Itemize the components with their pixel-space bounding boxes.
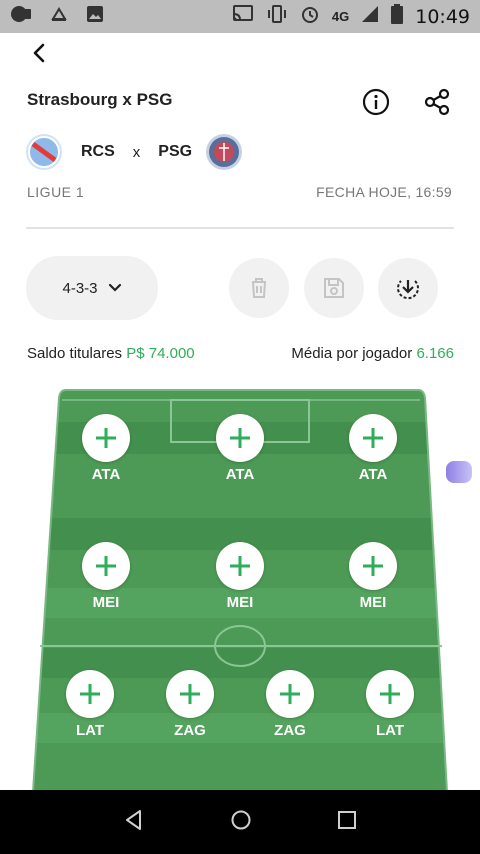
battery-icon bbox=[391, 4, 404, 29]
alarm-icon bbox=[300, 4, 320, 29]
chevron-left-icon bbox=[33, 43, 45, 63]
balance-label: Saldo titulares bbox=[27, 345, 123, 362]
share-button[interactable] bbox=[421, 86, 453, 118]
plus-icon bbox=[230, 428, 250, 448]
add-player-button[interactable] bbox=[82, 542, 130, 590]
screen: 4G 10:49 Strasbourg x PSG RCS x PSG LIGU bbox=[0, 0, 480, 854]
circle-home-icon bbox=[231, 810, 251, 829]
add-player-button[interactable] bbox=[216, 542, 264, 590]
player-slot-ata-center[interactable]: ATA bbox=[200, 414, 280, 483]
status-bar: 4G 10:49 bbox=[0, 0, 480, 33]
add-player-button[interactable] bbox=[349, 414, 397, 462]
add-player-button[interactable] bbox=[349, 542, 397, 590]
rcs-crest-icon bbox=[26, 134, 62, 170]
floating-bubble-icon[interactable] bbox=[446, 461, 472, 483]
info-button[interactable] bbox=[360, 86, 392, 118]
add-player-button[interactable] bbox=[266, 670, 314, 718]
player-slot-lat-left[interactable]: LAT bbox=[50, 670, 130, 739]
player-slot-zag-right[interactable]: ZAG bbox=[250, 670, 330, 739]
player-slot-mei-right[interactable]: MEI bbox=[333, 542, 413, 611]
share-icon bbox=[424, 88, 450, 116]
network-type: 4G bbox=[331, 9, 350, 24]
add-player-button[interactable] bbox=[366, 670, 414, 718]
average-value: 6.166 bbox=[416, 345, 454, 362]
divider bbox=[26, 227, 454, 229]
triangle-back-icon bbox=[125, 809, 141, 830]
position-label: ZAG bbox=[274, 722, 306, 739]
player-slot-mei-left[interactable]: MEI bbox=[66, 542, 146, 611]
plus-icon bbox=[96, 556, 116, 576]
load-lineup-button[interactable] bbox=[378, 258, 438, 318]
nav-home-button[interactable] bbox=[230, 809, 252, 836]
soccer-field: ATA ATA ATA MEI MEI MEI LAT ZAG ZAG LAT bbox=[0, 388, 480, 792]
player-slot-lat-right[interactable]: LAT bbox=[350, 670, 430, 739]
plus-icon bbox=[363, 556, 383, 576]
square-recents-icon bbox=[338, 810, 357, 829]
trash-icon bbox=[252, 278, 266, 298]
average-label: Média por jogador bbox=[291, 345, 413, 362]
nav-recents-button[interactable] bbox=[337, 810, 357, 835]
camera-notification-icon bbox=[10, 5, 32, 28]
signal-icon bbox=[361, 5, 379, 28]
plus-icon bbox=[80, 684, 100, 704]
match-teams: RCS x PSG bbox=[26, 133, 243, 171]
add-player-button[interactable] bbox=[82, 414, 130, 462]
position-label: ATA bbox=[91, 466, 121, 483]
player-slot-zag-left[interactable]: ZAG bbox=[150, 670, 230, 739]
clock: 10:49 bbox=[415, 5, 470, 28]
plus-icon bbox=[230, 556, 250, 576]
formation-value: 4-3-3 bbox=[62, 279, 98, 297]
home-team-abbr: RCS bbox=[81, 143, 115, 160]
lineup-stats: Saldo titulares P$ 74.000 Média por joga… bbox=[27, 345, 454, 362]
position-label: MEI bbox=[226, 594, 254, 611]
chevron-down-icon bbox=[108, 283, 121, 292]
add-player-button[interactable] bbox=[66, 670, 114, 718]
position-label: MEI bbox=[92, 594, 120, 611]
image-notification-icon bbox=[86, 5, 104, 28]
versus-label: x bbox=[132, 143, 141, 161]
position-label: LAT bbox=[75, 722, 105, 739]
vibrate-icon bbox=[266, 4, 288, 29]
player-slot-ata-right[interactable]: ATA bbox=[333, 414, 413, 483]
plus-icon bbox=[280, 684, 300, 704]
add-player-button[interactable] bbox=[166, 670, 214, 718]
back-button[interactable] bbox=[24, 38, 54, 68]
position-label: ATA bbox=[225, 466, 255, 483]
player-slot-ata-left[interactable]: ATA bbox=[66, 414, 146, 483]
player-slot-mei-center[interactable]: MEI bbox=[200, 542, 280, 611]
league-label: LIGUE 1 bbox=[27, 184, 85, 200]
add-player-button[interactable] bbox=[216, 414, 264, 462]
nav-back-button[interactable] bbox=[123, 808, 145, 837]
system-nav-bar bbox=[0, 790, 480, 854]
save-icon bbox=[324, 278, 344, 298]
drive-notification-icon bbox=[50, 6, 68, 27]
page-title: Strasbourg x PSG bbox=[27, 90, 173, 109]
plus-icon bbox=[180, 684, 200, 704]
away-team-abbr: PSG bbox=[158, 143, 193, 160]
position-label: MEI bbox=[359, 594, 387, 611]
cast-icon bbox=[232, 5, 254, 28]
plus-icon bbox=[96, 428, 116, 448]
position-label: ZAG bbox=[174, 722, 206, 739]
clear-lineup-button[interactable] bbox=[229, 258, 289, 318]
download-circle-icon bbox=[397, 280, 419, 300]
formation-select[interactable]: 4-3-3 bbox=[26, 256, 158, 320]
closing-time: FECHA HOJE, 16:59 bbox=[316, 184, 452, 200]
save-lineup-button[interactable] bbox=[304, 258, 364, 318]
balance-value: P$ 74.000 bbox=[126, 345, 195, 362]
plus-icon bbox=[380, 684, 400, 704]
info-icon bbox=[362, 88, 390, 116]
psg-crest-icon bbox=[206, 134, 243, 170]
position-label: ATA bbox=[358, 466, 388, 483]
plus-icon bbox=[363, 428, 383, 448]
position-label: LAT bbox=[375, 722, 405, 739]
